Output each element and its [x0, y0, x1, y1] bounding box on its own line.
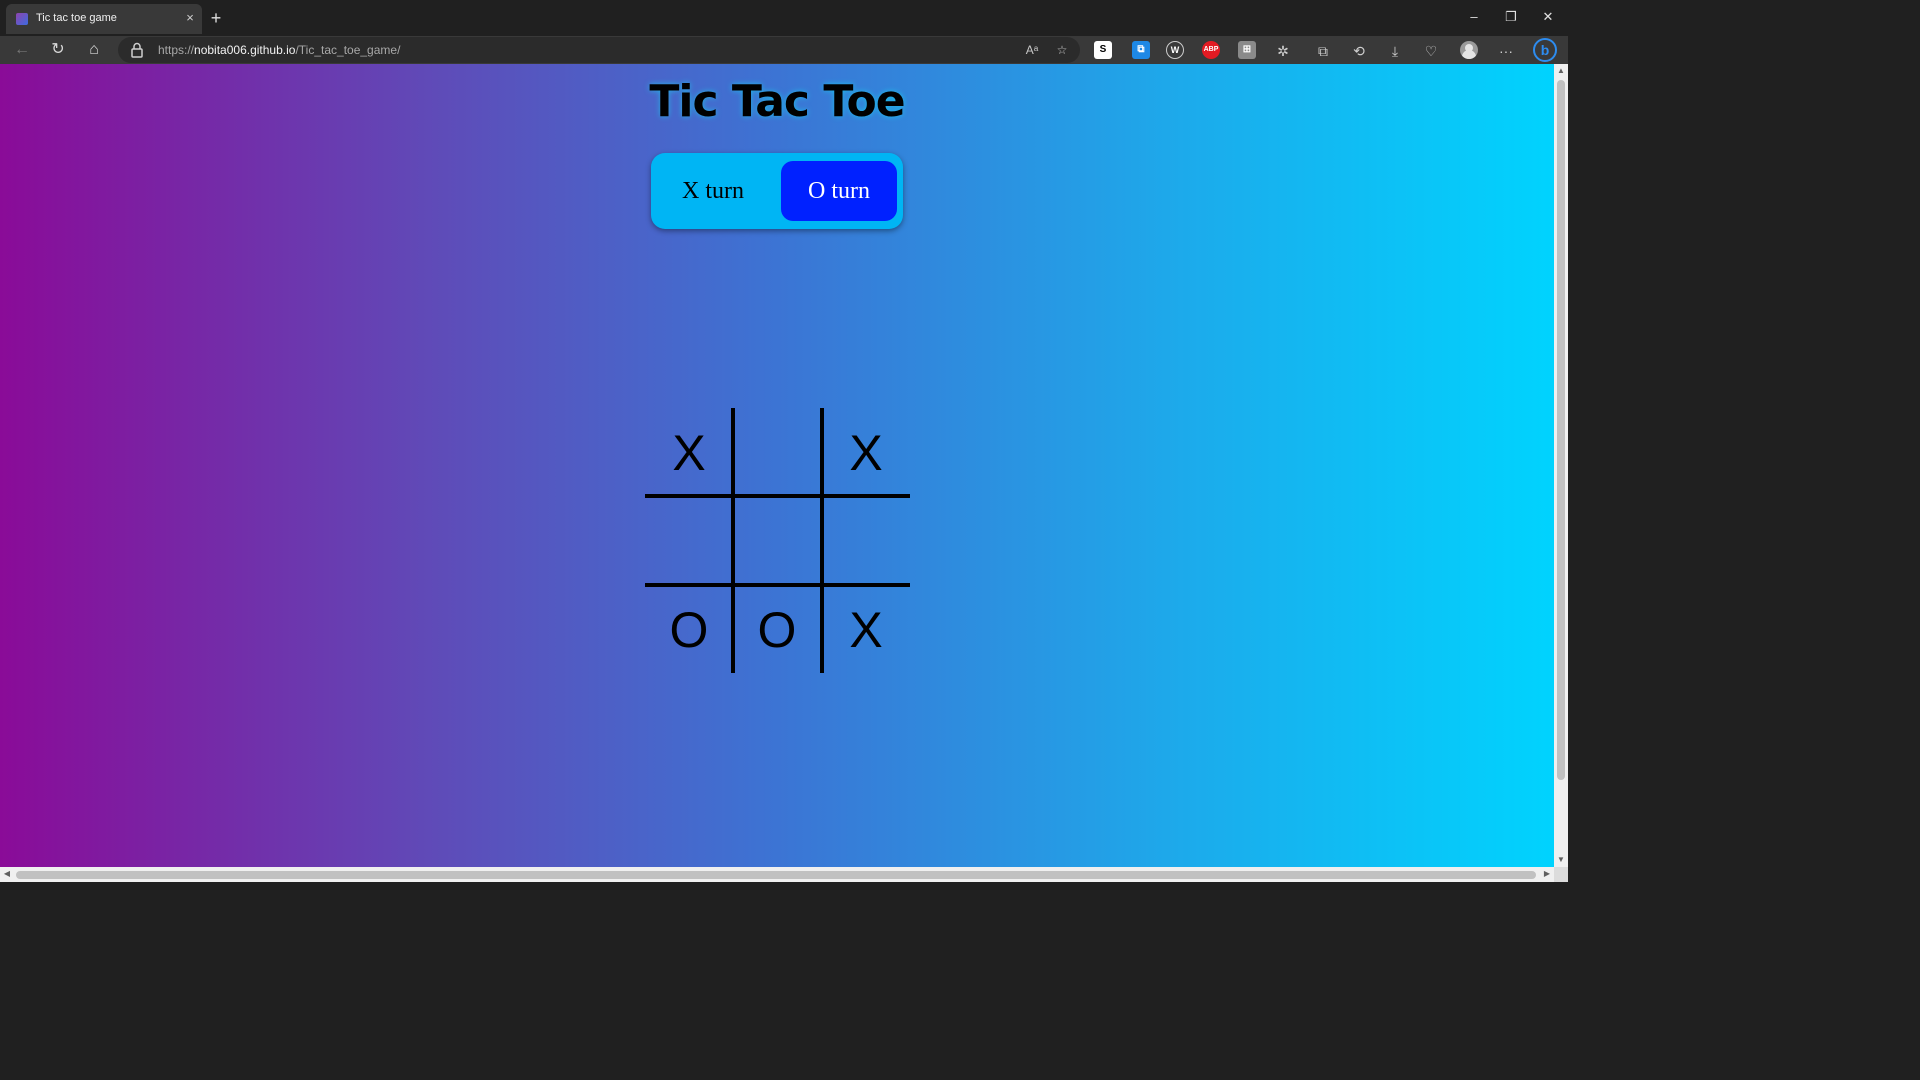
grid-line: [820, 408, 824, 673]
turn-indicator: X turn O turn: [651, 153, 903, 229]
grid-line: [731, 408, 735, 673]
scroll-right-icon[interactable]: ▶: [1540, 867, 1554, 881]
scroll-left-icon[interactable]: ◀: [0, 867, 14, 881]
vertical-scrollbar[interactable]: ▲ ▼: [1554, 64, 1568, 867]
back-icon[interactable]: ←: [10, 38, 34, 62]
profile-avatar[interactable]: [1460, 41, 1478, 59]
board-cell-9[interactable]: X: [822, 585, 910, 673]
collections-icon[interactable]: ⧉: [1313, 41, 1333, 61]
board-cell-3[interactable]: X: [822, 408, 910, 496]
downloads-icon[interactable]: ⤓: [1385, 41, 1405, 61]
scrollbar-thumb[interactable]: [1557, 80, 1565, 780]
extensions-icon[interactable]: ✲: [1273, 41, 1293, 61]
close-window-button[interactable]: ✕: [1534, 6, 1562, 28]
scrollbar-thumb[interactable]: [16, 871, 1536, 879]
tab-extension-icon[interactable]: ⊞: [1238, 41, 1256, 59]
page-viewport: Tic Tac Toe X turn O turn X X O O X: [0, 64, 1554, 867]
address-bar[interactable]: https://nobita006.github.io/Tic_tac_toe_…: [118, 37, 1080, 63]
game-board: X X O O X: [645, 408, 910, 673]
browser-tab[interactable]: Tic tac toe game ×: [6, 4, 202, 34]
history-icon[interactable]: ⟲: [1349, 41, 1369, 61]
s-extension-icon[interactable]: S: [1094, 41, 1112, 59]
browser-toolbar: ← ↻ ⌂ https://nobita006.github.io/Tic_ta…: [0, 36, 1568, 64]
home-icon[interactable]: ⌂: [82, 38, 106, 62]
tab-bar: Tic tac toe game × + – ❐ ✕: [0, 0, 1568, 36]
board-cell-5[interactable]: [733, 496, 821, 584]
read-aloud-icon[interactable]: Aᵃ: [1023, 41, 1041, 59]
url-text[interactable]: https://nobita006.github.io/Tic_tac_toe_…: [158, 43, 400, 57]
new-tab-button[interactable]: +: [206, 8, 226, 28]
lock-icon[interactable]: [130, 42, 144, 58]
board-cell-6[interactable]: [822, 496, 910, 584]
minimize-button[interactable]: –: [1460, 6, 1488, 28]
tab-title: Tic tac toe game: [36, 12, 117, 24]
grid-line: [645, 494, 910, 498]
adblock-plus-icon[interactable]: ABP: [1202, 41, 1220, 59]
grid-line: [645, 583, 910, 587]
scrollbar-corner: [1554, 867, 1568, 882]
board-cell-1[interactable]: X: [645, 408, 733, 496]
scroll-up-icon[interactable]: ▲: [1554, 64, 1568, 78]
board-cell-4[interactable]: [645, 496, 733, 584]
board-cell-7[interactable]: O: [645, 585, 733, 673]
scroll-down-icon[interactable]: ▼: [1554, 853, 1568, 867]
bing-icon[interactable]: b: [1533, 38, 1557, 62]
board-cell-2[interactable]: [733, 408, 821, 496]
x-turn-label: X turn: [682, 178, 744, 204]
translate-extension-icon[interactable]: ⧉: [1132, 41, 1150, 59]
refresh-icon[interactable]: ↻: [46, 38, 70, 62]
page-title: Tic Tac Toe: [649, 76, 905, 127]
favicon-icon: [16, 13, 28, 25]
tab-close-icon[interactable]: ×: [182, 9, 198, 27]
add-favorite-icon[interactable]: ☆: [1053, 41, 1071, 59]
more-options-icon[interactable]: ···: [1496, 41, 1516, 61]
performance-icon[interactable]: ♡: [1421, 41, 1441, 61]
w-extension-icon[interactable]: W: [1166, 41, 1184, 59]
restore-button[interactable]: ❐: [1497, 6, 1525, 28]
horizontal-scrollbar[interactable]: ◀ ▶: [0, 867, 1554, 882]
o-turn-label: O turn: [781, 161, 897, 221]
board-cell-8[interactable]: O: [733, 585, 821, 673]
